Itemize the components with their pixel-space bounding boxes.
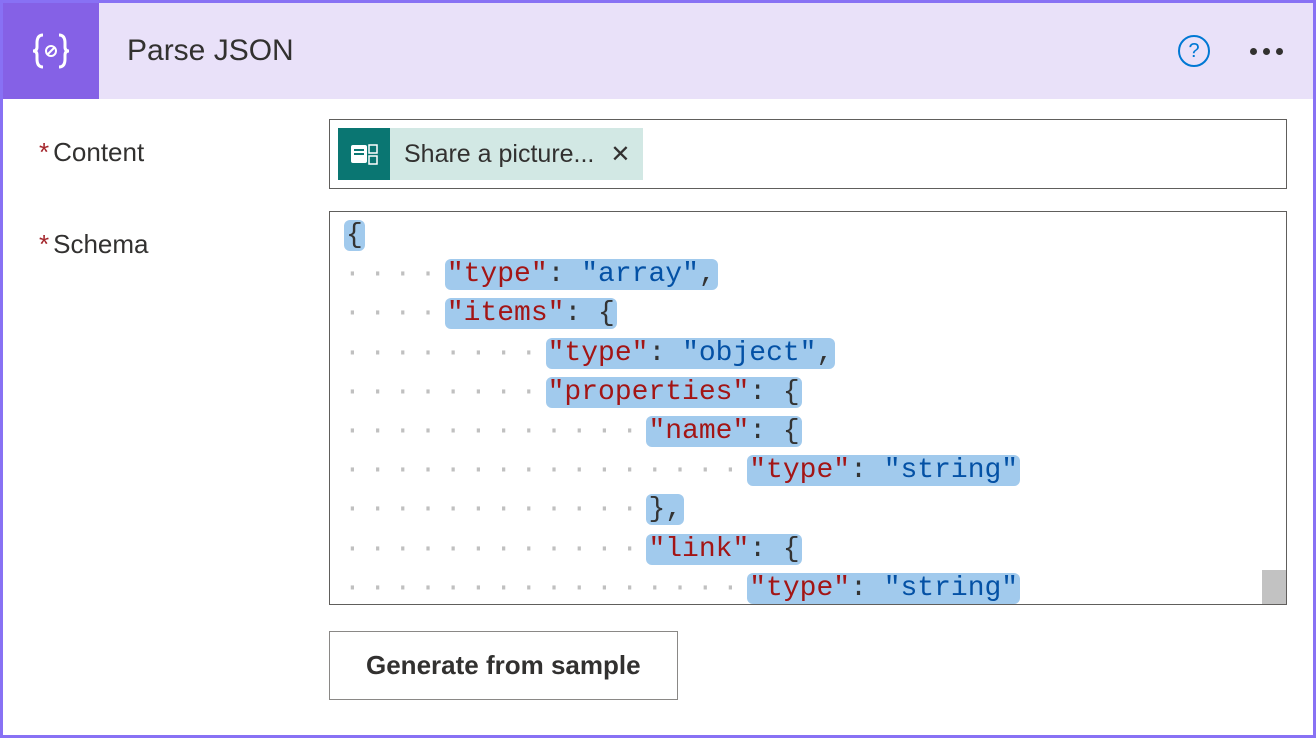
token-remove-icon[interactable]: ✕ <box>610 140 630 169</box>
more-menu-icon[interactable] <box>1250 48 1283 55</box>
code-line: ········"type": "object", <box>344 334 1272 373</box>
action-title: Parse JSON <box>127 34 294 68</box>
code-line: { <box>344 216 1272 255</box>
code-line: ········"properties": { <box>344 373 1272 412</box>
code-line: ················"type": "string" <box>344 569 1272 605</box>
schema-label: *Schema <box>39 211 329 260</box>
forms-icon <box>338 128 390 180</box>
generate-from-sample-button[interactable]: Generate from sample <box>329 631 678 700</box>
code-line: ····"type": "array", <box>344 255 1272 294</box>
help-icon[interactable]: ? <box>1178 35 1210 67</box>
parse-json-icon <box>3 3 99 99</box>
content-label: *Content <box>39 119 329 168</box>
schema-editor[interactable]: {····"type": "array",····"items": {·····… <box>329 211 1287 605</box>
dynamic-content-token[interactable]: Share a picture... ✕ <box>338 128 643 180</box>
action-header: Parse JSON ? <box>3 3 1313 99</box>
code-line: ················"type": "string" <box>344 451 1272 490</box>
scrollbar-thumb[interactable] <box>1262 570 1286 604</box>
content-input[interactable]: Share a picture... ✕ <box>329 119 1287 189</box>
code-line: ············"name": { <box>344 412 1272 451</box>
code-line: ············"link": { <box>344 530 1272 569</box>
token-label: Share a picture... <box>404 140 594 169</box>
code-line: ············}, <box>344 490 1272 529</box>
code-line: ····"items": { <box>344 294 1272 333</box>
